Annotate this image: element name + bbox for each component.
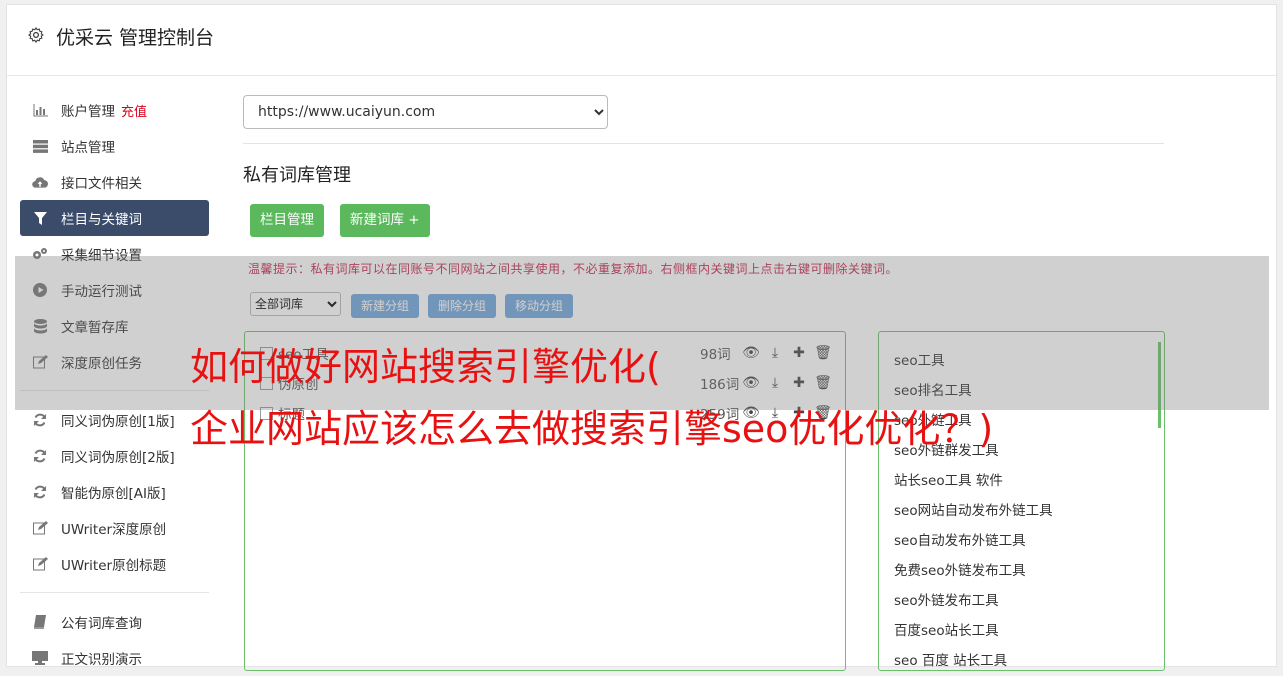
sidebar-item-uwriter-deep[interactable]: UWriter深度原创	[20, 510, 209, 546]
divider	[243, 143, 1164, 144]
keyword-item[interactable]: 站长seo工具 软件	[894, 469, 1003, 489]
sidebar-item-public-lib[interactable]: 公有词库查询	[20, 604, 209, 640]
new-library-button[interactable]: 新建词库 +	[340, 204, 430, 237]
keyword-item[interactable]: seo自动发布外链工具	[894, 529, 1026, 549]
sidebar-item-columns-keywords[interactable]: 栏目与关键词	[20, 200, 209, 236]
sidebar-item-uwriter-title[interactable]: UWriter原创标题	[20, 546, 209, 582]
sidebar-item-synonym-v2[interactable]: 同义词伪原创[2版]	[20, 438, 209, 474]
edit-icon	[32, 520, 48, 536]
recharge-link[interactable]: 充值	[121, 101, 147, 120]
sidebar-item-label: 栏目与关键词	[61, 212, 142, 228]
sidebar-item-api-files[interactable]: 接口文件相关	[20, 164, 209, 200]
keyword-item[interactable]: seo 百度 站长工具	[894, 649, 1007, 669]
book-icon	[32, 614, 48, 630]
sidebar-item-label: UWriter原创标题	[61, 558, 167, 574]
overlay-headline-line1: 如何做好网站搜索引擎优化(	[190, 345, 661, 389]
gear-icon	[28, 27, 44, 43]
refresh-icon	[32, 412, 48, 428]
overlay-headline-line2: 企业网站应该怎么去做搜索引擎seo优化优化？)	[190, 407, 994, 451]
sidebar-item-label: 正文识别演示	[61, 652, 142, 668]
keyword-item[interactable]: 免费seo外链发布工具	[894, 559, 1026, 579]
edit-icon	[32, 556, 48, 572]
column-manage-button[interactable]: 栏目管理	[250, 204, 324, 237]
filter-icon	[32, 210, 48, 226]
cloud-upload-icon	[32, 174, 48, 190]
sidebar-item-account[interactable]: 账户管理 充值	[20, 92, 209, 128]
bar-chart-icon	[32, 102, 48, 118]
sidebar-item-label: 同义词伪原创[2版]	[61, 450, 175, 466]
page-title: 优采云 管理控制台	[56, 27, 215, 49]
sidebar-item-label: UWriter深度原创	[61, 522, 167, 538]
sidebar-item-text-recognition[interactable]: 正文识别演示	[20, 640, 209, 676]
section-title: 私有词库管理	[243, 165, 351, 186]
sidebar-item-label: 站点管理	[61, 140, 115, 156]
sidebar-item-sites[interactable]: 站点管理	[20, 128, 209, 164]
refresh-icon	[32, 448, 48, 464]
sidebar-item-label: 公有词库查询	[61, 616, 142, 632]
site-select[interactable]: https://www.ucaiyun.com	[243, 95, 608, 129]
sidebar-item-label: 智能伪原创[AI版]	[61, 486, 166, 502]
header: 优采云 管理控制台	[7, 5, 1276, 76]
sidebar-divider	[20, 592, 209, 593]
server-icon	[32, 138, 48, 154]
sidebar-item-ai-rewrite[interactable]: 智能伪原创[AI版]	[20, 474, 209, 510]
keyword-item[interactable]: seo外链发布工具	[894, 589, 999, 609]
keyword-item[interactable]: seo网站自动发布外链工具	[894, 499, 1053, 519]
sidebar-item-label: 同义词伪原创[1版]	[61, 414, 175, 430]
refresh-icon	[32, 484, 48, 500]
monitor-icon	[32, 650, 48, 666]
keyword-item[interactable]: 百度seo站长工具	[894, 619, 999, 639]
sidebar-item-label: 账户管理	[61, 104, 115, 120]
sidebar-item-label: 接口文件相关	[61, 176, 142, 192]
